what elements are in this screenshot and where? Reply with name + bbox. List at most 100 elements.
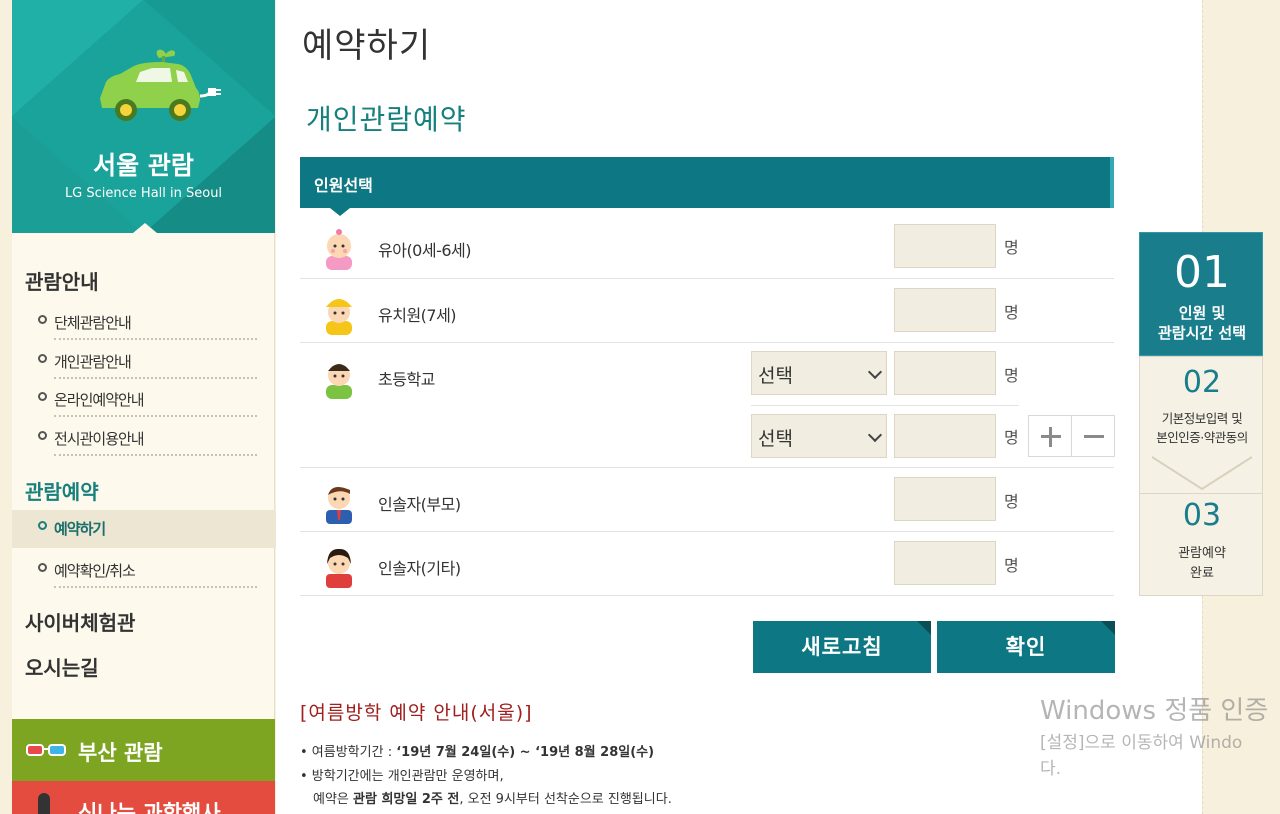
step-label: 관람예약 완료 xyxy=(1140,544,1264,584)
windows-activation-subtext: [설정]으로 이동하여 Windo 다. xyxy=(1040,730,1242,782)
step-label: 기본정보입력 및 본인인증·약관동의 xyxy=(1140,409,1264,447)
chevron-down-icon xyxy=(867,364,883,380)
notice-line-1: • 여름방학기간 : ‘19년 7월 24일(수) ~ ‘19년 8월 28일(… xyxy=(300,741,654,760)
menu-item-check-cancel[interactable]: 예약확인/취소 xyxy=(12,552,275,590)
step-label-line: 관람예약 xyxy=(1178,546,1226,561)
row-label: 유치원(7세) xyxy=(378,306,457,325)
chevron-down-icon xyxy=(1152,456,1252,491)
count-input-parent[interactable] xyxy=(894,477,996,521)
menu-item-label: 단체관람안내 xyxy=(54,314,132,332)
step-3: 03 관람예약 완료 xyxy=(1139,494,1263,596)
menu-item-label: 온라인예약안내 xyxy=(54,391,145,409)
select-value: 선택 xyxy=(758,365,793,387)
grade-select-1[interactable]: 선택 xyxy=(751,351,887,395)
row-label: 유아(0세-6세) xyxy=(378,241,472,260)
notice-dates: ‘19년 7월 24일(수) ~ ‘19년 8월 28일(수) xyxy=(396,745,655,760)
unit-label: 명 xyxy=(1004,238,1019,257)
menu-heading-guide[interactable]: 관람안내 xyxy=(25,266,99,295)
row-label: 인솔자(부모) xyxy=(378,495,461,514)
grade-select-2[interactable]: 선택 xyxy=(751,414,887,458)
menu-link-cyber-hall[interactable]: 사이버체험관 xyxy=(25,607,135,636)
rocket-icon xyxy=(38,793,50,814)
menu-item-label: 전시관이용안내 xyxy=(54,430,145,448)
reset-button[interactable]: 새로고침 xyxy=(753,621,931,673)
parent-icon xyxy=(326,486,352,524)
notice-text: • 여름방학기간 : xyxy=(300,745,397,760)
notice-text: , 오전 9시부터 선착순으로 진행됩니다. xyxy=(459,792,672,807)
menu-item-individual-visit[interactable]: 개인관람안내 xyxy=(12,343,275,381)
remove-row-button[interactable] xyxy=(1071,415,1115,457)
unit-label: 명 xyxy=(1004,556,1019,575)
step-label: 인원 및 관람시간 선택 xyxy=(1140,303,1264,343)
unit-label: 명 xyxy=(1004,492,1019,511)
step-1-current: 01 인원 및 관람시간 선택 xyxy=(1139,232,1263,356)
row-guardian-other: 인솔자(기타) 명 xyxy=(300,532,1114,596)
bullet-icon xyxy=(38,521,47,530)
watermark-line: 다. xyxy=(1040,759,1062,779)
count-input-kindergarten[interactable] xyxy=(894,288,996,332)
step-label-line: 관람시간 선택 xyxy=(1157,324,1247,342)
bullet-icon xyxy=(38,315,47,324)
bullet-icon xyxy=(38,392,47,401)
bullet-icon xyxy=(38,354,47,363)
page-title: 예약하기 xyxy=(302,26,432,66)
bullet-icon xyxy=(38,563,47,572)
menu-item-group-visit[interactable]: 단체관람안내 xyxy=(12,304,275,342)
reset-button-label: 새로고침 xyxy=(801,635,883,659)
notice-text: 예약은 xyxy=(313,792,354,807)
menu-item-label: 예약확인/취소 xyxy=(54,562,136,580)
menu-item-label: 예약하기 xyxy=(54,520,106,538)
count-input-other[interactable] xyxy=(894,541,996,585)
section-title: 개인관람예약 xyxy=(306,103,467,136)
banner-science-event[interactable]: 신나는 과학행사 xyxy=(12,781,275,814)
watermark-line: [설정]으로 이동하여 Windo xyxy=(1040,733,1243,753)
row-kindergarten: 유치원(7세) 명 xyxy=(300,279,1114,343)
step-indicator: 01 인원 및 관람시간 선택 02 기본정보입력 및 본인인증·약관동의 03… xyxy=(1139,232,1263,596)
kindergarten-icon xyxy=(326,299,352,335)
unit-label: 명 xyxy=(1004,303,1019,322)
unit-label: 명 xyxy=(1004,428,1019,447)
menu-item-online-reservation-guide[interactable]: 온라인예약안내 xyxy=(12,381,275,419)
chevron-down-icon xyxy=(867,427,883,443)
divider xyxy=(751,405,1019,406)
elementary-student-icon xyxy=(326,364,352,399)
panel-heading-label: 인원선택 xyxy=(314,176,373,195)
menu-item-label: 개인관람안내 xyxy=(54,353,132,371)
row-infant: 유아(0세-6세) 명 xyxy=(300,214,1114,279)
notice-title: [여름방학 예약 안내(서울)] xyxy=(300,702,533,724)
step-number: 02 xyxy=(1182,365,1222,400)
count-input-infant[interactable] xyxy=(894,224,996,268)
banner-busan-label: 부산 관람 xyxy=(78,741,163,765)
select-value: 선택 xyxy=(758,428,793,450)
sidebar: 서울 관람 LG Science Hall in Seoul 관람안내 단체관람… xyxy=(12,0,287,814)
step-number: 03 xyxy=(1182,498,1222,533)
windows-activation-watermark: Windows 정품 인증 xyxy=(1040,696,1269,726)
sidebar-subtitle: LG Science Hall in Seoul xyxy=(64,186,223,201)
notice-line-3: 예약은 관람 희망일 2주 전, 오전 9시부터 선착순으로 진행됩니다. xyxy=(313,788,672,807)
banner-busan[interactable]: 부산 관람 xyxy=(12,719,275,781)
count-input-elementary-1[interactable] xyxy=(894,351,996,395)
panel-heading: 인원선택 xyxy=(300,157,1114,216)
menu-item-reserve[interactable]: 예약하기 xyxy=(12,510,287,548)
step-label-line: 인원 및 xyxy=(1178,304,1226,322)
row-guardian-parent: 인솔자(부모) 명 xyxy=(300,468,1114,532)
count-input-elementary-2[interactable] xyxy=(894,414,996,458)
row-label: 인솔자(기타) xyxy=(378,559,461,578)
sidebar-header: 서울 관람 LG Science Hall in Seoul xyxy=(12,0,275,233)
minus-icon xyxy=(1084,435,1104,438)
infant-icon xyxy=(326,229,352,270)
3d-glasses-icon xyxy=(26,744,66,756)
notice-emphasis: 관람 희망일 2주 전 xyxy=(353,792,460,807)
banner-science-label: 신나는 과학행사 xyxy=(78,801,221,814)
page-left-margin xyxy=(0,0,12,814)
confirm-button-label: 확인 xyxy=(1005,635,1047,659)
unit-label: 명 xyxy=(1004,366,1019,385)
menu-item-exhibit-usage[interactable]: 전시관이용안내 xyxy=(12,420,275,458)
step-2: 02 기본정보입력 및 본인인증·약관동의 xyxy=(1139,356,1263,494)
sidebar-title: 서울 관람 xyxy=(93,151,194,180)
add-row-button[interactable] xyxy=(1028,415,1072,457)
step-number: 01 xyxy=(1174,247,1230,298)
confirm-button[interactable]: 확인 xyxy=(937,621,1115,673)
menu-heading-reservation[interactable]: 관람예약 xyxy=(25,476,99,505)
menu-link-directions[interactable]: 오시는길 xyxy=(25,652,99,681)
